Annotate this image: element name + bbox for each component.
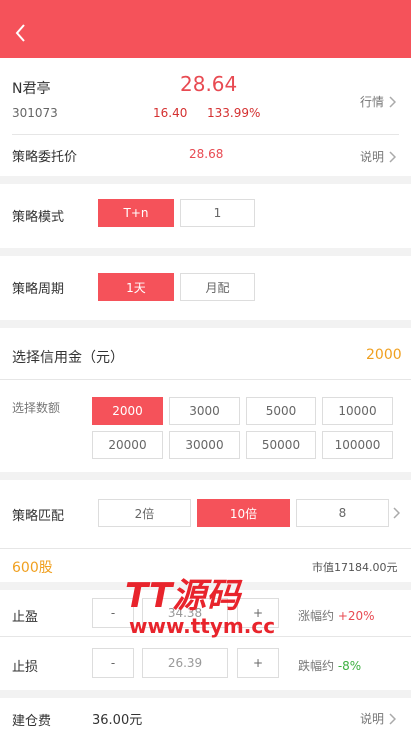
risk-section: 止盈 - 34.38 + 涨幅约 +20% 止损 - 26.39 + 跌幅约 -… xyxy=(0,590,411,690)
credit-option-2000[interactable]: 2000 xyxy=(92,397,163,425)
period-option-monthly[interactable]: 月配 xyxy=(180,273,255,301)
back-button[interactable] xyxy=(10,22,32,44)
fee-section: 建仓费 36.00元 说明 xyxy=(0,698,411,731)
credit-option-100000[interactable]: 100000 xyxy=(322,431,393,459)
stock-code: 301073 xyxy=(12,106,58,120)
stop-loss-hint-value: -8% xyxy=(337,659,362,673)
stock-info-section: N君亭 28.64 301073 16.40 133.99% 行情 策略委托价 … xyxy=(0,58,411,176)
period-option-1day[interactable]: 1天 xyxy=(98,273,174,301)
entrust-price: 28.68 xyxy=(189,147,224,161)
chevron-right-icon xyxy=(389,95,397,108)
match-option-8[interactable]: 8 xyxy=(296,499,389,527)
credit-option-3000[interactable]: 3000 xyxy=(169,397,240,425)
take-profit-label: 止盈 xyxy=(12,610,39,625)
mode-option-1[interactable]: 1 xyxy=(180,199,255,227)
entrust-help-link[interactable]: 说明 xyxy=(360,148,397,165)
stock-change: 16.40 xyxy=(153,106,188,120)
fee-value: 36.00元 xyxy=(92,713,143,728)
fee-help-label: 说明 xyxy=(360,712,385,726)
period-section: 策略周期 1天 月配 xyxy=(0,256,411,320)
stop-loss-hint: 跌幅约 -8% xyxy=(298,657,361,674)
match-label: 策略匹配 xyxy=(12,509,65,524)
credit-option-50000[interactable]: 50000 xyxy=(246,431,316,459)
mode-option-tn[interactable]: T+n xyxy=(98,199,174,227)
credit-label: 选择信用金（元） xyxy=(12,350,124,366)
match-market-value: 市值17184.00元 xyxy=(312,561,398,574)
quote-link-label: 行情 xyxy=(360,95,385,109)
credit-value: 2000 xyxy=(366,347,402,363)
period-label: 策略周期 xyxy=(12,282,65,297)
credit-option-30000[interactable]: 30000 xyxy=(169,431,240,459)
divider xyxy=(0,548,411,549)
credit-option-10000[interactable]: 10000 xyxy=(322,397,393,425)
stop-loss-input[interactable]: 26.39 xyxy=(142,648,228,678)
stock-change-pct: 133.99% xyxy=(207,106,261,120)
mode-label: 策略模式 xyxy=(12,210,65,225)
divider xyxy=(0,636,411,637)
chevron-left-icon xyxy=(15,24,25,42)
match-section: 策略匹配 2倍 10倍 8 600股 市值17184.00元 xyxy=(0,480,411,582)
take-profit-input[interactable]: 34.38 xyxy=(142,598,228,628)
divider xyxy=(0,379,411,380)
take-profit-minus-button[interactable]: - xyxy=(92,598,134,628)
take-profit-hint: 涨幅约 +20% xyxy=(298,607,375,624)
chevron-right-icon xyxy=(389,150,397,163)
stock-name: N君亭 xyxy=(12,81,51,97)
credit-qty-label: 选择数额 xyxy=(12,401,61,415)
credit-option-5000[interactable]: 5000 xyxy=(246,397,316,425)
stop-loss-label: 止损 xyxy=(12,660,39,675)
credit-option-20000[interactable]: 20000 xyxy=(92,431,163,459)
stop-loss-plus-button[interactable]: + xyxy=(237,648,279,678)
top-bar xyxy=(0,0,411,58)
take-profit-hint-value: +20% xyxy=(337,609,375,623)
divider xyxy=(12,134,399,135)
quote-link[interactable]: 行情 xyxy=(360,93,397,110)
stop-loss-hint-label: 跌幅约 xyxy=(298,659,335,673)
stop-loss-minus-button[interactable]: - xyxy=(92,648,134,678)
chevron-right-icon[interactable] xyxy=(392,507,400,519)
take-profit-hint-label: 涨幅约 xyxy=(298,609,335,623)
entrust-label: 策略委托价 xyxy=(12,150,78,165)
match-option-10x[interactable]: 10倍 xyxy=(197,499,290,527)
fee-label: 建仓费 xyxy=(12,714,52,729)
stock-price: 28.64 xyxy=(180,72,238,96)
entrust-help-label: 说明 xyxy=(360,150,385,164)
take-profit-plus-button[interactable]: + xyxy=(237,598,279,628)
match-shares: 600股 xyxy=(12,560,53,576)
fee-help-link[interactable]: 说明 xyxy=(360,710,397,727)
match-option-2x[interactable]: 2倍 xyxy=(98,499,191,527)
chevron-right-icon xyxy=(389,712,397,725)
mode-section: 策略模式 T+n 1 xyxy=(0,184,411,248)
credit-section: 选择信用金（元） 2000 选择数额 2000 3000 5000 10000 … xyxy=(0,328,411,472)
